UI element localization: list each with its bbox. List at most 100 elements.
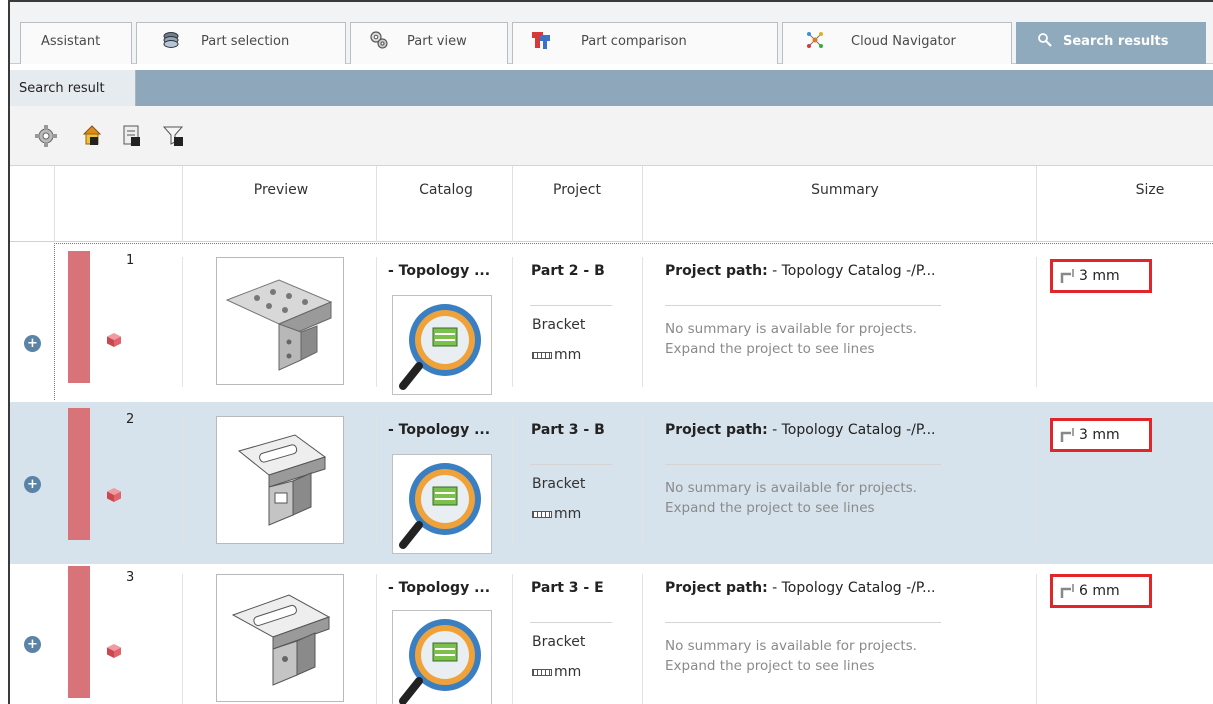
size-label: 6 mm (1079, 583, 1120, 599)
thickness-icon (1060, 428, 1074, 442)
subtab-label: Search result (19, 80, 105, 96)
size-value: 3 mm (1050, 418, 1152, 452)
divider (530, 622, 612, 623)
tab-part-selection[interactable]: Part selection (136, 22, 346, 64)
expand-icon[interactable]: + (24, 335, 41, 352)
cube-icon (107, 488, 121, 502)
row-color-marker (68, 251, 90, 383)
project-title: Part 3 - E (531, 580, 604, 596)
cell-divider (1036, 257, 1037, 387)
project-unit: mm (532, 347, 581, 363)
catalog-name: - Topology ... (388, 422, 491, 438)
filter-icon[interactable] (160, 122, 188, 150)
cell-divider (642, 257, 643, 387)
size-value: 6 mm (1050, 574, 1152, 608)
row-number: 1 (126, 253, 135, 268)
summary-line-1: No summary is available for projects. (665, 321, 917, 337)
size-label: 3 mm (1079, 268, 1120, 284)
divider (530, 305, 612, 306)
project-unit-label: mm (554, 347, 582, 363)
divider (530, 464, 612, 465)
network-icon (807, 32, 823, 48)
tab-label: Part selection (201, 34, 290, 49)
summary-line-2: Expand the project to see lines (665, 341, 875, 357)
cell-divider (642, 416, 643, 546)
column-header-size[interactable]: Size (1120, 182, 1180, 198)
results-table-header: Preview Catalog Project Summary Size (10, 166, 1213, 242)
tab-assistant[interactable]: Assistant (20, 22, 132, 64)
expand-icon[interactable]: + (24, 476, 41, 493)
column-separator (182, 166, 183, 242)
column-header-preview[interactable]: Preview (218, 182, 344, 198)
tab-part-view[interactable]: Part view (350, 22, 508, 64)
compare-icon (532, 32, 550, 49)
project-type: Bracket (532, 634, 586, 650)
part-preview-image[interactable] (216, 416, 344, 544)
summary-path-label: Project path: (665, 580, 768, 596)
table-row[interactable]: + 1 - Topology ... Part 2 - B Bracket mm… (10, 243, 1213, 405)
part-preview-image[interactable] (216, 257, 344, 385)
thickness-icon (1060, 584, 1074, 598)
divider (665, 305, 941, 306)
ruler-icon (532, 510, 552, 518)
summary-line-2: Expand the project to see lines (665, 500, 875, 516)
parts-stack-icon (163, 32, 179, 48)
project-type: Bracket (532, 476, 586, 492)
column-header-summary[interactable]: Summary (770, 182, 920, 198)
catalog-image[interactable] (392, 295, 492, 395)
summary-line-1: No summary is available for projects. (665, 480, 917, 496)
summary-path-value: - Topology Catalog -/P... (767, 580, 936, 596)
project-unit: mm (532, 664, 581, 680)
tab-label: Search results (1063, 34, 1169, 49)
tab-cloud-navigator[interactable]: Cloud Navigator (782, 22, 1012, 64)
summary-path: Project path: - Topology Catalog -/P... (665, 422, 936, 438)
cube-icon (107, 644, 121, 658)
toolbar (10, 106, 1213, 166)
part-preview-image[interactable] (216, 574, 344, 702)
catalog-name: - Topology ... (388, 580, 491, 596)
column-separator (1036, 166, 1037, 242)
catalog-magnifier-icon (399, 304, 481, 390)
tab-label: Part comparison (581, 34, 687, 49)
export-icon[interactable] (118, 122, 146, 150)
project-unit: mm (532, 506, 581, 522)
tab-part-comparison[interactable]: Part comparison (512, 22, 778, 64)
thickness-icon (1060, 269, 1074, 283)
summary-line-2: Expand the project to see lines (665, 658, 875, 674)
catalog-magnifier-icon (399, 619, 481, 704)
expand-icon[interactable]: + (24, 636, 41, 653)
catalog-image[interactable] (392, 454, 492, 554)
column-separator (376, 166, 377, 242)
ruler-icon (532, 668, 552, 676)
summary-path: Project path: - Topology Catalog -/P... (665, 580, 936, 596)
table-row[interactable]: + 2 - Topology ... Part 3 - B Bracket mm… (10, 402, 1213, 564)
cell-divider (376, 416, 377, 546)
subtab-search-result[interactable]: Search result (10, 70, 136, 106)
settings-icon[interactable] (32, 122, 60, 150)
table-row[interactable]: + 3 - Topology ... Part 3 - E Bracket mm… (10, 560, 1213, 704)
catalog-magnifier-icon (399, 463, 481, 549)
cell-divider (1036, 574, 1037, 704)
home-folder-icon[interactable] (78, 122, 106, 150)
row-number: 3 (126, 570, 135, 585)
project-title: Part 3 - B (531, 422, 605, 438)
row-color-marker (68, 408, 90, 540)
project-title: Part 2 - B (531, 263, 605, 279)
cell-divider (642, 574, 643, 704)
ruler-icon (532, 351, 552, 359)
cell-divider (182, 574, 183, 704)
summary-path: Project path: - Topology Catalog -/P... (665, 263, 936, 279)
tab-label: Cloud Navigator (851, 34, 956, 49)
column-separator (642, 166, 643, 242)
cell-divider (182, 257, 183, 387)
size-value: 3 mm (1050, 259, 1152, 293)
project-type: Bracket (532, 317, 586, 333)
column-header-project[interactable]: Project (530, 182, 624, 198)
size-label: 3 mm (1079, 427, 1120, 443)
catalog-image[interactable] (392, 610, 492, 704)
tab-label: Assistant (41, 34, 101, 49)
tab-search-results[interactable]: Search results (1016, 22, 1206, 64)
project-unit-label: mm (554, 506, 582, 522)
cube-icon (107, 333, 121, 347)
column-header-catalog[interactable]: Catalog (398, 182, 494, 198)
